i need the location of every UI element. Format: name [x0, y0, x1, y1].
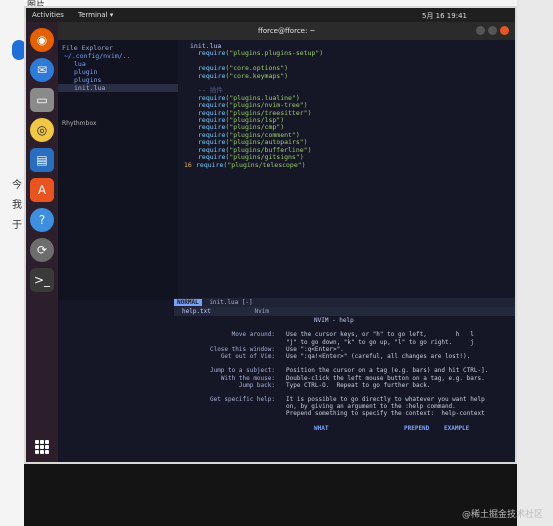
app-menu[interactable]: Terminal ▾ — [78, 11, 113, 19]
help-tabline: help.txt Nvim — [174, 307, 515, 316]
code-function: require — [198, 49, 226, 58]
tree-item-lua[interactable]: lua — [58, 60, 178, 68]
file-explorer-path: ~/.config/nvim/.. — [64, 52, 131, 60]
help-tag[interactable]: PREPEND — [404, 425, 429, 432]
help-app-name: Nvim — [254, 308, 269, 315]
code-line: require("plugins.plugins-setup") — [182, 50, 515, 57]
help-text: "j" to go down, "k" to go up, "l" to go … — [286, 338, 474, 346]
thunderbird-icon[interactable]: ✉ — [30, 58, 54, 82]
code-function: require — [196, 160, 224, 169]
help-pane[interactable]: NVIM - help Move around: Use the cursor k… — [174, 317, 515, 462]
help-icon[interactable]: ? — [30, 208, 54, 232]
help-text: Double-click the left mouse button on a … — [286, 374, 485, 382]
code-argument: ("core.keymaps") — [225, 71, 289, 80]
help-row: on, by giving an argument to the :help c… — [174, 403, 515, 410]
firefox-icon[interactable]: ◉ — [30, 28, 54, 52]
code-pane[interactable]: init.lua require("plugins.plugins-setup"… — [182, 40, 515, 300]
terminal-icon[interactable]: >_ — [30, 268, 54, 292]
help-row — [174, 360, 515, 367]
side-text-2: 我 — [12, 200, 22, 211]
help-row: Jump back: Type CTRL-O. Repeat to go furt… — [174, 382, 515, 389]
minimize-button[interactable] — [476, 26, 485, 35]
dock: ◉ ✉ ▭ ◎ ▤ A ? ⟳ >_ — [26, 22, 58, 462]
help-text: Type CTRL-O. Repeat to go further back. — [286, 381, 431, 389]
help-row: "j" to go down, "k" to go up, "l" to go … — [174, 339, 515, 346]
software-icon[interactable]: A — [30, 178, 54, 202]
side-text-3: 于 — [12, 220, 22, 231]
code-line: require("core.keymaps") — [182, 71, 515, 80]
rhythmbox-tooltip: Rhythmbox — [62, 120, 97, 127]
help-text: Use ":q<Enter>". — [286, 345, 344, 353]
update-icon[interactable]: ⟳ — [30, 238, 54, 262]
close-button[interactable] — [500, 26, 509, 35]
terminal-title: fforce@fforce: ~ — [258, 27, 316, 35]
code-argument: ("plugins/telescope") — [223, 160, 306, 169]
help-row: With the mouse: Double-click the left mou… — [174, 375, 515, 382]
tree-item-init-lua[interactable]: init.lua — [58, 84, 178, 92]
help-file-name: help.txt — [182, 308, 211, 315]
help-label: With the mouse: — [220, 374, 275, 382]
show-apps-icon[interactable] — [35, 440, 49, 454]
code-argument: ("plugins.plugins-setup") — [225, 49, 324, 58]
code-function: require — [198, 71, 226, 80]
help-text: Position the cursor on a tag (e.g. bars)… — [286, 367, 489, 375]
help-label: Get specific help: — [209, 396, 275, 404]
terminal-titlebar: fforce@fforce: ~ — [58, 22, 515, 40]
help-label: Jump to a subject: — [209, 367, 275, 375]
help-tag[interactable]: EXAMPLE — [444, 425, 469, 432]
help-row: Prepend something to specify the context… — [174, 410, 515, 417]
help-row: Get out of Vim: Use ":qa!<Enter>" (carefu… — [174, 353, 515, 360]
help-row: Close this window: Use ":q<Enter>". — [174, 346, 515, 353]
help-text: Use the cursor keys, or "h" to go left, … — [286, 331, 474, 339]
watermark: @稀土掘金技术社区 — [461, 510, 543, 520]
help-text: It is possible to go directly to whateve… — [286, 396, 485, 404]
status-line: NORMAL init.lua [-] — [174, 298, 515, 307]
neovim-editor[interactable]: File Explorer ~/.config/nvim/.. lua plug… — [58, 40, 515, 462]
help-row: Jump to a subject: Position the cursor on… — [174, 367, 515, 374]
help-title: NVIM - help — [314, 317, 354, 324]
mode-indicator: NORMAL — [174, 299, 202, 306]
side-text-1: 今 — [12, 180, 22, 191]
help-row: Get specific help: It is possible to go d… — [174, 396, 515, 403]
files-icon[interactable]: ▭ — [30, 88, 54, 112]
help-text: Use ":qa!<Enter>" (careful, all changes … — [286, 352, 471, 360]
tree-item-plugin[interactable]: plugin — [58, 68, 178, 76]
help-text: Prepend something to specify the context… — [286, 410, 485, 418]
help-tags-row: WHAT PREPEND EXAMPLE — [174, 425, 515, 432]
help-label: Move around: — [231, 331, 275, 339]
help-label: Jump back: — [238, 381, 275, 389]
clock[interactable]: 5月 16 19:41 — [422, 11, 467, 21]
desktop-screen: Activities Terminal ▾ 5月 16 19:41 ◉ ✉ ▭ … — [24, 6, 517, 464]
rhythmbox-icon[interactable]: ◎ — [30, 118, 54, 142]
maximize-button[interactable] — [488, 26, 497, 35]
help-tag[interactable]: WHAT — [314, 425, 328, 432]
help-label: Get out of Vim: — [220, 352, 275, 360]
activities-button[interactable]: Activities — [32, 11, 64, 19]
writer-icon[interactable]: ▤ — [30, 148, 54, 172]
line-number: 16 — [184, 160, 192, 169]
file-explorer: File Explorer ~/.config/nvim/.. lua plug… — [58, 40, 178, 300]
help-row: Move around: Use the cursor keys, or "h" … — [174, 331, 515, 338]
help-row — [174, 389, 515, 396]
right-margin — [517, 0, 553, 526]
code-line: 16 require("plugins/telescope") — [182, 160, 515, 169]
top-bar: Activities Terminal ▾ 5月 16 19:41 — [26, 8, 515, 22]
help-text: on, by giving an argument to the :help c… — [286, 403, 456, 411]
help-label: Close this window: — [209, 345, 275, 353]
blurred-lower-area — [24, 464, 517, 526]
status-file: init.lua [-] — [209, 299, 253, 306]
file-explorer-header: File Explorer — [62, 44, 113, 52]
tree-item-plugins[interactable]: plugins — [58, 76, 178, 84]
